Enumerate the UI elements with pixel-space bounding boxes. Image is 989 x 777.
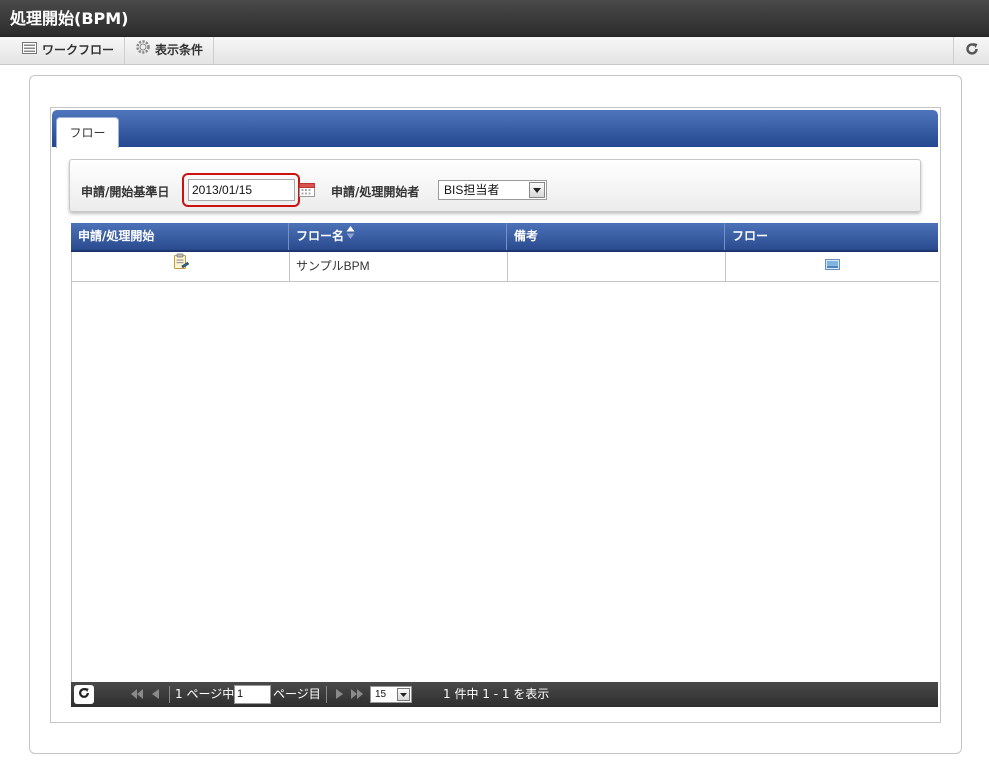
workflow-button[interactable]: ワークフロー [12, 37, 126, 64]
start-cell [72, 252, 290, 281]
gear-icon [136, 37, 150, 64]
date-input[interactable]: 2013/01/15 [188, 179, 295, 201]
tab-bar [52, 110, 938, 147]
rows-per-page-select[interactable]: 15 [370, 686, 412, 703]
workflow-button-label: ワークフロー [42, 43, 115, 57]
calendar-icon[interactable] [299, 181, 315, 200]
flow-name-cell: サンプルBPM [290, 252, 508, 281]
pager: 1 ページ中 1 ページ目 15 1 件中 1 - 1 を表示 [71, 682, 938, 707]
display-conditions-label: 表示条件 [155, 43, 204, 57]
column-header-flow[interactable]: フロー [725, 223, 938, 250]
pager-summary: 1 件中 1 - 1 を表示 [443, 687, 550, 701]
grid-body: サンプルBPM [71, 252, 939, 682]
toolbar-refresh-button[interactable] [953, 37, 989, 64]
chevron-down-icon [529, 182, 545, 198]
toolbar: ワークフロー 表示条件 [0, 37, 989, 65]
starter-label: 申請/処理開始者 [331, 185, 420, 199]
column-header-remarks[interactable]: 備考 [507, 223, 725, 250]
rows-per-page-value: 15 [375, 689, 387, 700]
tab-flow[interactable]: フロー [56, 117, 119, 148]
column-header-flow-name[interactable]: フロー名 [289, 223, 507, 250]
flow-image-icon[interactable] [825, 252, 840, 281]
page-prefix: 1 ページ中 [175, 687, 235, 701]
table-row: サンプルBPM [72, 252, 939, 282]
grid-header: 申請/処理開始 フロー名 備考 フロー [71, 223, 938, 252]
last-page-icon[interactable] [350, 688, 364, 703]
starter-select-value: BIS担当者 [444, 183, 500, 197]
first-page-icon[interactable] [130, 688, 144, 703]
clipboard-icon[interactable] [173, 252, 189, 281]
starter-select[interactable]: BIS担当者 [438, 180, 547, 200]
pager-separator [326, 686, 327, 703]
list-icon [22, 37, 37, 64]
refresh-icon [78, 687, 90, 702]
refresh-icon [965, 42, 979, 59]
column-header-flow-name-label: フロー名 [296, 229, 345, 243]
display-conditions-button[interactable]: 表示条件 [126, 37, 215, 64]
window-title: 処理開始(BPM) [0, 0, 989, 37]
chevron-down-icon [397, 688, 410, 701]
page-number-input[interactable]: 1 [234, 685, 271, 704]
next-page-icon[interactable] [335, 688, 344, 703]
sort-ascending-icon [346, 223, 355, 250]
remarks-cell [508, 252, 726, 281]
pager-refresh-button[interactable] [74, 685, 94, 704]
flow-cell [726, 252, 939, 281]
page-suffix: ページ目 [273, 687, 321, 701]
previous-page-icon[interactable] [151, 688, 160, 703]
pager-separator [169, 686, 170, 703]
date-label: 申請/開始基準日 [81, 185, 170, 199]
column-header-start[interactable]: 申請/処理開始 [71, 223, 289, 250]
